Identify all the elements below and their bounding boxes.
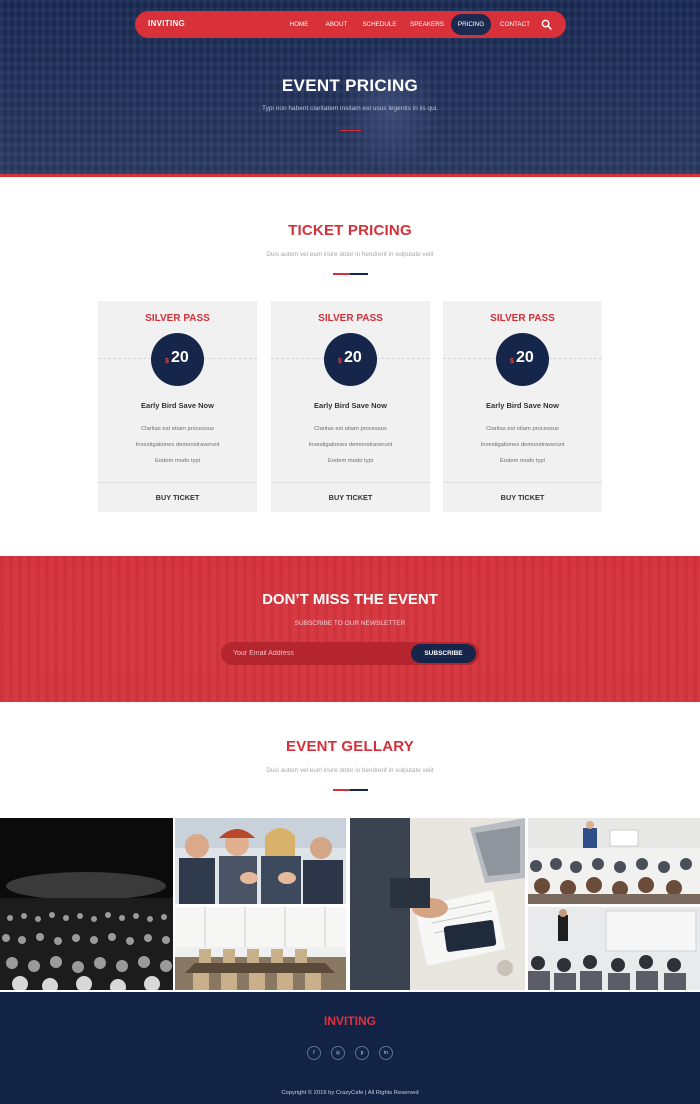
card-plan: Early Bird Save Now [486, 401, 559, 410]
hero-divider [340, 130, 361, 131]
price-value: 20 [171, 349, 189, 366]
buy-ticket-button[interactable]: BUY TICKET [98, 483, 257, 512]
nav-item-speakers[interactable]: SPEAKERS [406, 14, 448, 35]
nav-item-home[interactable]: HOME [283, 14, 315, 35]
newsletter-title: DON’T MISS THE EVENT [262, 591, 438, 608]
card-feature: Investigationes demonstraverunt [480, 442, 565, 448]
newsletter-form: SUBSCRIBE [221, 642, 479, 665]
gallery-title: EVENT GELLARY [286, 738, 414, 755]
card-feature: Eodem modo typi [154, 458, 201, 464]
linkedin-icon[interactable]: in [379, 1046, 393, 1060]
gallery-divider [333, 789, 368, 791]
card-feature: Claritas est etiam processus [486, 426, 559, 432]
price-currency: $ [338, 358, 342, 365]
price-currency: $ [165, 358, 169, 365]
card-feature: Eodem modo typi [327, 458, 374, 464]
price-badge: $ 20 [324, 333, 377, 386]
buy-ticket-button[interactable]: BUY TICKET [271, 483, 430, 512]
copyright-text: Copyright © 2016 by CrazyCafe | All Righ… [281, 1090, 419, 1096]
card-plan: Early Bird Save Now [314, 401, 387, 410]
nav-item-about[interactable]: ABOUT [320, 14, 353, 35]
hero-accent-line [0, 174, 700, 177]
buy-ticket-button[interactable]: BUY TICKET [443, 483, 602, 512]
pinterest-icon[interactable]: p [355, 1046, 369, 1060]
footer-brand[interactable]: INVITING [0, 1014, 700, 1028]
nav-item-contact[interactable]: CONTACT [495, 14, 535, 35]
hero-subtitle: Typi non habent claritatem insitam est u… [262, 105, 438, 112]
card-title: SILVER PASS [145, 313, 210, 324]
pricing-card: SILVER PASS $ 20 Early Bird Save Now Cla… [98, 301, 257, 512]
gallery-image-seminar[interactable] [528, 818, 700, 904]
price-badge: $ 20 [496, 333, 549, 386]
card-feature: Investigationes demonstraverunt [135, 442, 220, 448]
search-icon[interactable] [541, 19, 552, 30]
gallery-image-business-desk[interactable] [350, 818, 525, 990]
nav-item-schedule[interactable]: SCHEDULE [359, 14, 400, 35]
top-navbar: INVITING HOME ABOUT SCHEDULE SPEAKERS PR… [135, 11, 566, 38]
pricing-card: SILVER PASS $ 20 Early Bird Save Now Cla… [443, 301, 602, 512]
card-feature: Investigationes demonstraverunt [308, 442, 393, 448]
price-value: 20 [344, 349, 362, 366]
dribbble-icon[interactable]: ◎ [331, 1046, 345, 1060]
email-field[interactable] [233, 642, 413, 665]
gallery-image-clapping[interactable] [175, 818, 346, 904]
brand-logo[interactable]: INVITING [148, 19, 185, 28]
card-plan: Early Bird Save Now [141, 401, 214, 410]
card-feature: Claritas est etiam processus [141, 426, 214, 432]
gallery-subtitle: Duis autem vel eum iriure dolor in hendr… [266, 767, 434, 774]
price-badge: $ 20 [151, 333, 204, 386]
gallery-image-audience-bw[interactable] [0, 818, 173, 990]
hero-banner: INVITING HOME ABOUT SCHEDULE SPEAKERS PR… [0, 0, 700, 174]
card-feature: Claritas est etiam processus [314, 426, 387, 432]
footer: INVITING f ◎ p in Copyright © 2016 by Cr… [0, 992, 700, 1104]
newsletter-subtitle: SUBSCRIBE TO OUR NEWSLETTER [294, 620, 406, 627]
gallery-image-conference-room[interactable] [175, 907, 346, 990]
newsletter-section: DON’T MISS THE EVENT SUBSCRIBE TO OUR NE… [0, 556, 700, 702]
page-title: EVENT PRICING [281, 76, 419, 95]
card-title: SILVER PASS [318, 313, 383, 324]
card-title: SILVER PASS [490, 313, 555, 324]
price-currency: $ [510, 358, 514, 365]
nav-item-pricing[interactable]: PRICING [451, 14, 491, 35]
pricing-divider [333, 273, 368, 275]
facebook-icon[interactable]: f [307, 1046, 321, 1060]
subscribe-button[interactable]: SUBSCRIBE [411, 644, 476, 663]
card-feature: Eodem modo typi [499, 458, 546, 464]
pricing-subtitle: Duis autem vel eum iriure dolor in hendr… [266, 251, 434, 258]
pricing-title: TICKET PRICING [288, 222, 412, 239]
gallery-image-presentation[interactable] [528, 907, 700, 990]
price-value: 20 [516, 349, 534, 366]
pricing-card: SILVER PASS $ 20 Early Bird Save Now Cla… [271, 301, 430, 512]
